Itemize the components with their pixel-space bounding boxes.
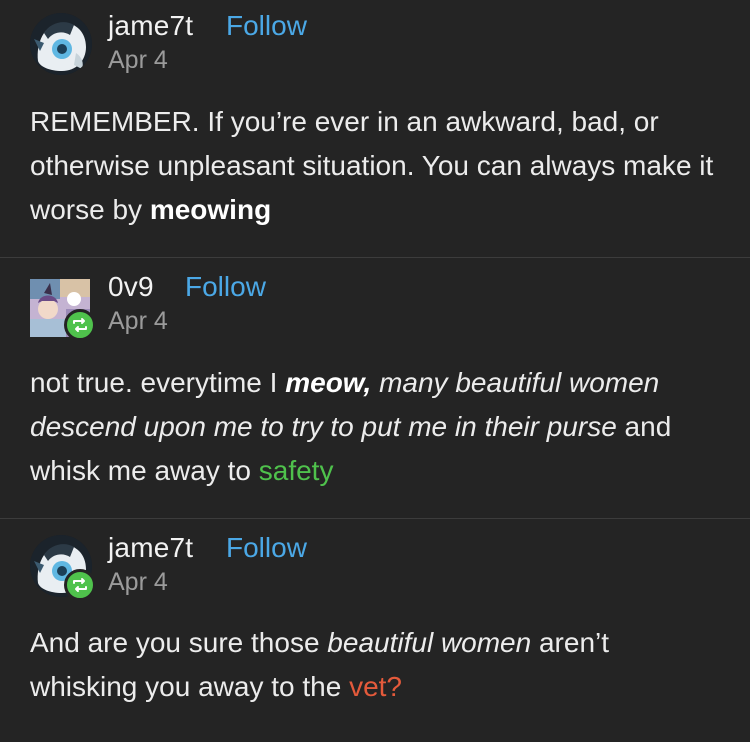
post-date[interactable]: Apr 4 bbox=[108, 307, 168, 336]
reblog-icon bbox=[64, 309, 96, 341]
post-text: And are you sure those bbox=[30, 627, 328, 658]
username[interactable]: 0v9 bbox=[108, 271, 154, 303]
avatar[interactable] bbox=[30, 13, 92, 75]
post-reblog: jame7t Follow Apr 4 And are you sure tho… bbox=[0, 519, 750, 742]
post-reblog: 0v9 Follow Apr 4 not true. everytime I m… bbox=[0, 258, 750, 518]
italic-text: purse bbox=[546, 411, 617, 442]
post-original: jame7t Follow Apr 4 REMEMBER. If you’re … bbox=[0, 0, 750, 257]
follow-button[interactable]: Follow bbox=[226, 10, 307, 42]
post-body: REMEMBER. If you’re ever in an awkward, … bbox=[30, 100, 720, 232]
username[interactable]: jame7t bbox=[108, 10, 193, 42]
post-text: REMEMBER. If you’re ever in an awkward, … bbox=[30, 106, 714, 225]
avatar[interactable] bbox=[30, 535, 96, 601]
bold-italic-text: meow, bbox=[285, 367, 372, 398]
post-body: And are you sure those beautiful women a… bbox=[30, 621, 720, 709]
colored-text: vet? bbox=[349, 671, 402, 702]
post-date[interactable]: Apr 4 bbox=[108, 568, 168, 597]
avatar-image[interactable] bbox=[30, 13, 92, 75]
post-date[interactable]: Apr 4 bbox=[108, 46, 168, 75]
follow-button[interactable]: Follow bbox=[226, 532, 307, 564]
follow-button[interactable]: Follow bbox=[185, 271, 266, 303]
reblog-icon bbox=[64, 569, 96, 601]
post-text: not true. everytime I bbox=[30, 367, 286, 398]
bold-text: meowing bbox=[149, 194, 272, 225]
post-body: not true. everytime I meow, many beautif… bbox=[30, 361, 720, 493]
username[interactable]: jame7t bbox=[108, 532, 193, 564]
italic-text: beautiful women bbox=[327, 627, 532, 658]
avatar[interactable] bbox=[30, 275, 96, 341]
colored-text-link[interactable]: safety bbox=[259, 455, 334, 486]
